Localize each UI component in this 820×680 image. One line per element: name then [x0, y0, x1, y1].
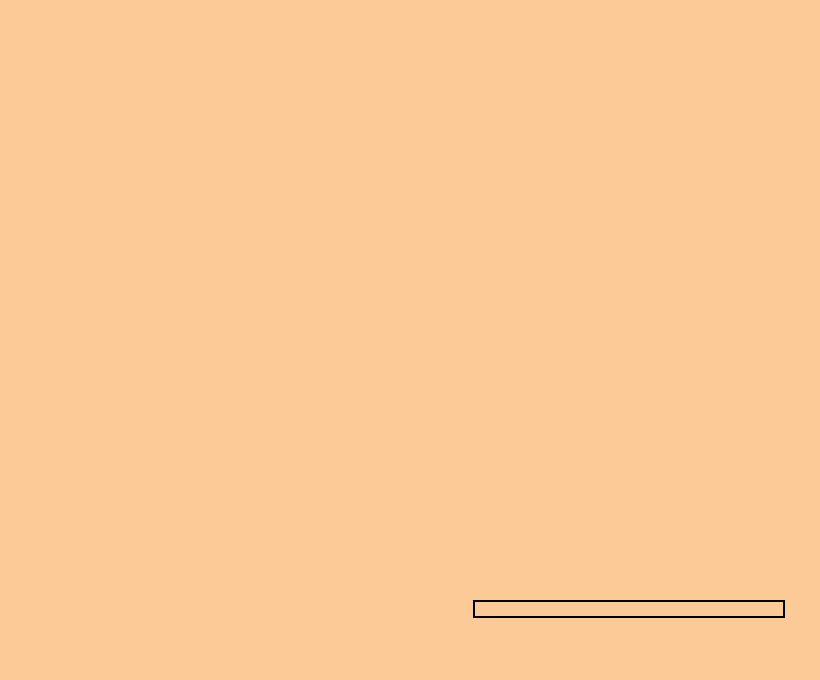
- sst-map-figure: [0, 0, 820, 680]
- temperature-colorbar: [473, 600, 785, 618]
- map-overlay: [0, 0, 820, 680]
